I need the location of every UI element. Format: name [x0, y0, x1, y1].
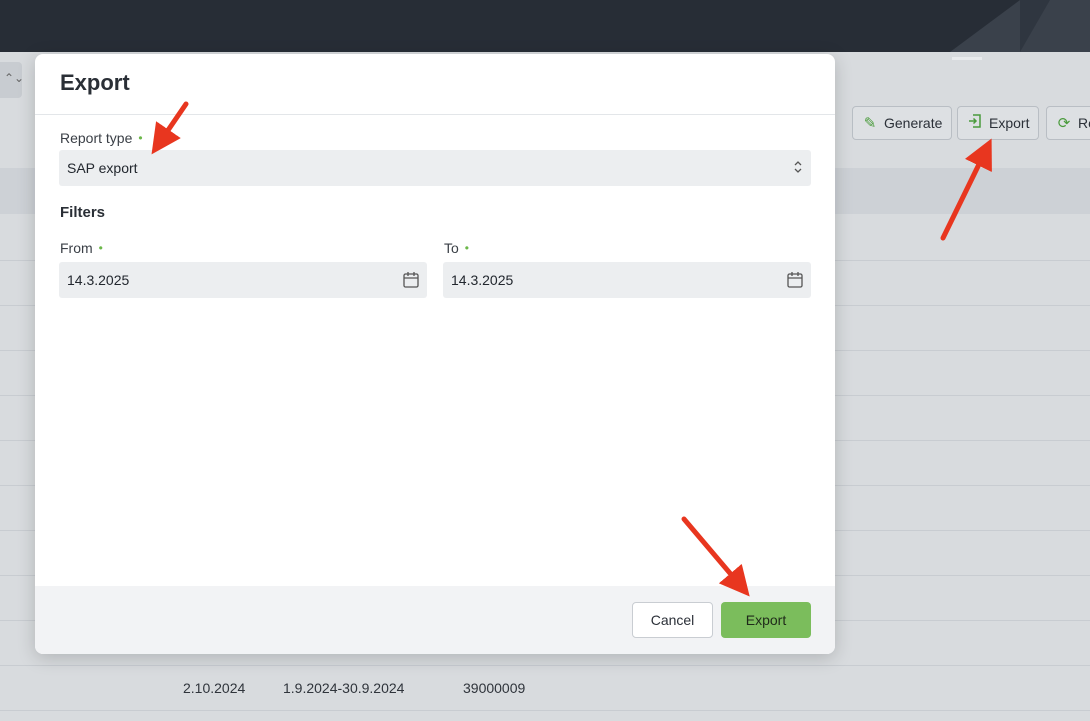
table-row-divider — [0, 665, 1090, 666]
table-cell-number: 39000009 — [463, 680, 526, 696]
report-type-value: SAP export — [67, 160, 138, 176]
from-date-field[interactable]: 14.3.2025 — [59, 262, 427, 298]
report-type-label-text: Report type — [60, 130, 133, 146]
calendar-icon[interactable] — [787, 271, 803, 288]
table-cell-period: 1.9.2024-30.9.2024 — [283, 680, 405, 696]
from-label: From • — [60, 240, 103, 256]
export-button[interactable]: Export — [721, 602, 811, 638]
generate-button-label: Generate — [884, 115, 943, 131]
to-label: To • — [444, 240, 469, 256]
export-icon — [967, 114, 983, 132]
dialog-title: Export — [60, 70, 130, 95]
header-decoration — [950, 0, 1020, 52]
pencil-icon: ✎ — [863, 115, 877, 132]
report-type-label: Report type • — [60, 130, 143, 146]
from-label-text: From — [60, 240, 93, 256]
table-cell-date: 2.10.2024 — [183, 680, 246, 696]
required-indicator: • — [98, 241, 103, 255]
refresh-icon: ⟳ — [1057, 115, 1071, 132]
from-date-value: 14.3.2025 — [67, 272, 130, 288]
to-date-value: 14.3.2025 — [451, 272, 514, 288]
export-dialog: Export Report type • SAP export Filters F… — [35, 54, 835, 654]
generate-button[interactable]: ✎ Generate — [852, 106, 953, 140]
refresh-button[interactable]: ⟳ Re — [1046, 106, 1090, 140]
dialog-divider — [35, 114, 835, 115]
to-label-text: To — [444, 240, 459, 256]
select-arrows-icon: ⌃⌄ — [4, 71, 25, 85]
calendar-icon[interactable] — [403, 271, 419, 288]
export-toolbar-button-label: Export — [989, 115, 1030, 131]
dialog-footer: Cancel Export — [35, 586, 835, 654]
select-arrows-icon — [793, 158, 803, 178]
filters-heading: Filters — [60, 204, 106, 221]
top-navigation-bar — [0, 0, 1090, 52]
to-date-field[interactable]: 14.3.2025 — [443, 262, 811, 298]
cancel-button[interactable]: Cancel — [632, 602, 713, 638]
required-indicator: • — [464, 241, 469, 255]
background-tab-indicator — [952, 57, 982, 60]
required-indicator: • — [138, 131, 143, 145]
background-select-control[interactable]: ⌃⌄ — [0, 62, 25, 98]
refresh-button-label: Re — [1078, 115, 1090, 131]
header-decoration — [1020, 0, 1050, 52]
export-toolbar-button[interactable]: Export — [957, 106, 1040, 140]
report-type-select[interactable]: SAP export — [59, 150, 811, 186]
table-row-divider — [0, 710, 1090, 711]
